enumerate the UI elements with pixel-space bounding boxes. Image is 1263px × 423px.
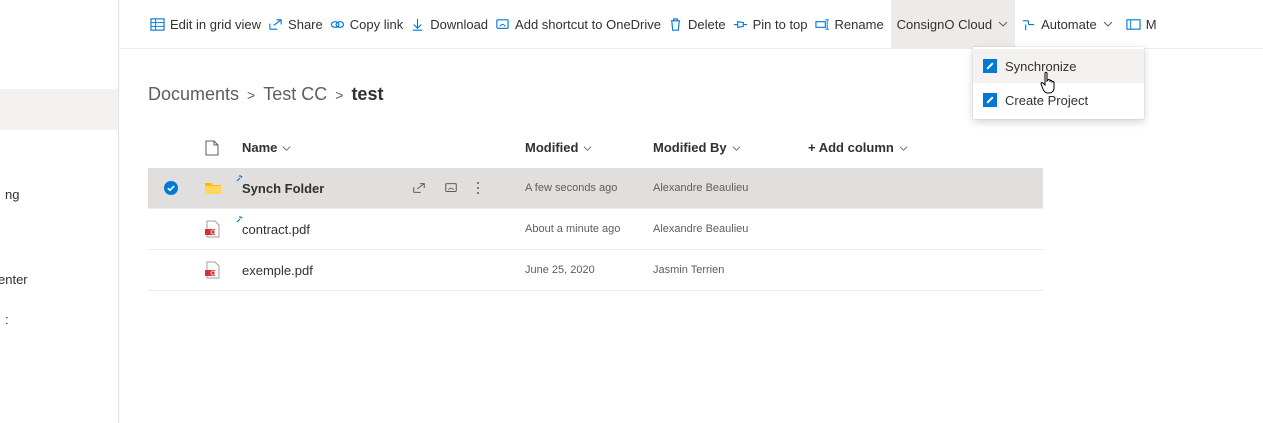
pin-icon xyxy=(733,20,747,28)
cloud-shortcut-icon xyxy=(496,18,509,29)
table-row[interactable]: Synch Folder A few seconds ago Alexandre… xyxy=(148,168,1043,209)
folder-icon xyxy=(205,183,221,194)
modified-by[interactable]: Alexandre Beaulieu xyxy=(653,223,748,235)
download-label: Download xyxy=(430,16,489,32)
breadcrumb-separator: > xyxy=(247,86,256,103)
cloud-shortcut-icon[interactable] xyxy=(444,181,458,195)
file-name[interactable]: exemple.pdf xyxy=(242,263,313,278)
trash-icon xyxy=(670,17,681,31)
edit-grid-view-label: Edit in grid view xyxy=(170,16,262,32)
consigno-icon xyxy=(983,93,997,107)
file-name[interactable]: Synch Folder xyxy=(236,174,324,196)
add-shortcut-label: Add shortcut to OneDrive xyxy=(515,16,662,32)
automate-button[interactable]: Automate xyxy=(1015,0,1120,48)
left-navigation: ng enter : xyxy=(0,0,119,423)
share-label: Share xyxy=(288,16,323,32)
pin-to-top-label: Pin to top xyxy=(752,16,808,32)
modified-date: A few seconds ago xyxy=(525,182,618,194)
modified-by[interactable]: Alexandre Beaulieu xyxy=(653,182,748,194)
link-icon xyxy=(330,20,344,28)
pin-to-top-button[interactable]: Pin to top xyxy=(733,0,815,48)
copy-link-label: Copy link xyxy=(349,16,404,32)
column-header-name[interactable]: Name xyxy=(242,140,291,155)
pdf-file-icon xyxy=(205,261,220,279)
panel-icon xyxy=(1126,18,1141,30)
share-button[interactable]: Share xyxy=(268,0,330,48)
rename-label: Rename xyxy=(834,16,884,32)
nav-item-1[interactable]: ng xyxy=(5,187,19,202)
consigno-cloud-button[interactable]: ConsignO Cloud xyxy=(890,0,1016,48)
pdf-file-icon xyxy=(205,220,220,238)
file-name[interactable]: contract.pdf xyxy=(236,215,310,237)
column-header-modified-by[interactable]: Modified By xyxy=(653,140,741,155)
breadcrumb: Documents > Test CC > test xyxy=(148,84,383,105)
nav-item-2[interactable]: enter xyxy=(0,272,28,287)
chevron-down-icon xyxy=(283,146,291,151)
rename-icon xyxy=(814,18,829,30)
breadcrumb-current: test xyxy=(351,84,384,104)
hand-cursor-icon xyxy=(1040,71,1055,94)
modified-date: About a minute ago xyxy=(525,223,621,235)
chevron-down-icon xyxy=(998,21,1008,27)
breadcrumb-documents[interactable]: Documents xyxy=(148,84,239,105)
chevron-down-icon xyxy=(899,146,908,151)
nav-item-3[interactable]: : xyxy=(5,312,9,327)
rename-button[interactable]: Rename xyxy=(814,0,891,48)
breadcrumb-test-cc[interactable]: Test CC xyxy=(263,84,327,105)
consigno-cloud-label: ConsignO Cloud xyxy=(896,16,993,32)
copy-link-button[interactable]: Copy link xyxy=(330,0,410,48)
download-button[interactable]: Download xyxy=(410,0,495,48)
modified-by[interactable]: Jasmin Terrien xyxy=(653,264,724,276)
file-type-icon[interactable] xyxy=(205,140,219,156)
more-label: M xyxy=(1145,16,1157,32)
edit-grid-view-button[interactable]: Edit in grid view xyxy=(150,0,268,48)
nav-selected-item[interactable] xyxy=(0,89,118,130)
file-list: Name Modified Modified By + Add column S… xyxy=(148,127,1043,291)
modified-date: June 25, 2020 xyxy=(525,264,595,276)
more-button[interactable]: M xyxy=(1120,0,1164,48)
share-icon[interactable] xyxy=(412,181,426,195)
add-column-button[interactable]: + Add column xyxy=(808,140,908,155)
delete-button[interactable]: Delete xyxy=(668,0,733,48)
grid-icon xyxy=(150,17,165,31)
checkmark-circle-icon[interactable] xyxy=(164,181,178,195)
new-item-icon xyxy=(236,215,243,222)
breadcrumb-separator: > xyxy=(335,86,344,103)
add-shortcut-button[interactable]: Add shortcut to OneDrive xyxy=(495,0,668,48)
delete-label: Delete xyxy=(688,16,726,32)
chevron-down-icon xyxy=(732,146,741,151)
column-header-modified[interactable]: Modified xyxy=(525,140,592,155)
more-vertical-icon[interactable] xyxy=(476,181,480,195)
table-row[interactable]: contract.pdf About a minute ago Alexandr… xyxy=(148,209,1043,250)
share-icon xyxy=(269,18,282,30)
automate-label: Automate xyxy=(1041,16,1097,32)
command-bar: Edit in grid view Share Copy link Downlo… xyxy=(120,0,1263,49)
new-item-icon xyxy=(236,174,243,181)
row-actions xyxy=(412,181,480,195)
chevron-down-icon xyxy=(584,146,592,151)
flow-icon xyxy=(1022,19,1035,30)
download-icon xyxy=(413,18,423,31)
chevron-down-icon xyxy=(1103,21,1113,27)
list-header: Name Modified Modified By + Add column xyxy=(148,127,1043,168)
consigno-icon xyxy=(983,59,997,73)
table-row[interactable]: exemple.pdf June 25, 2020 Jasmin Terrien xyxy=(148,250,1043,291)
